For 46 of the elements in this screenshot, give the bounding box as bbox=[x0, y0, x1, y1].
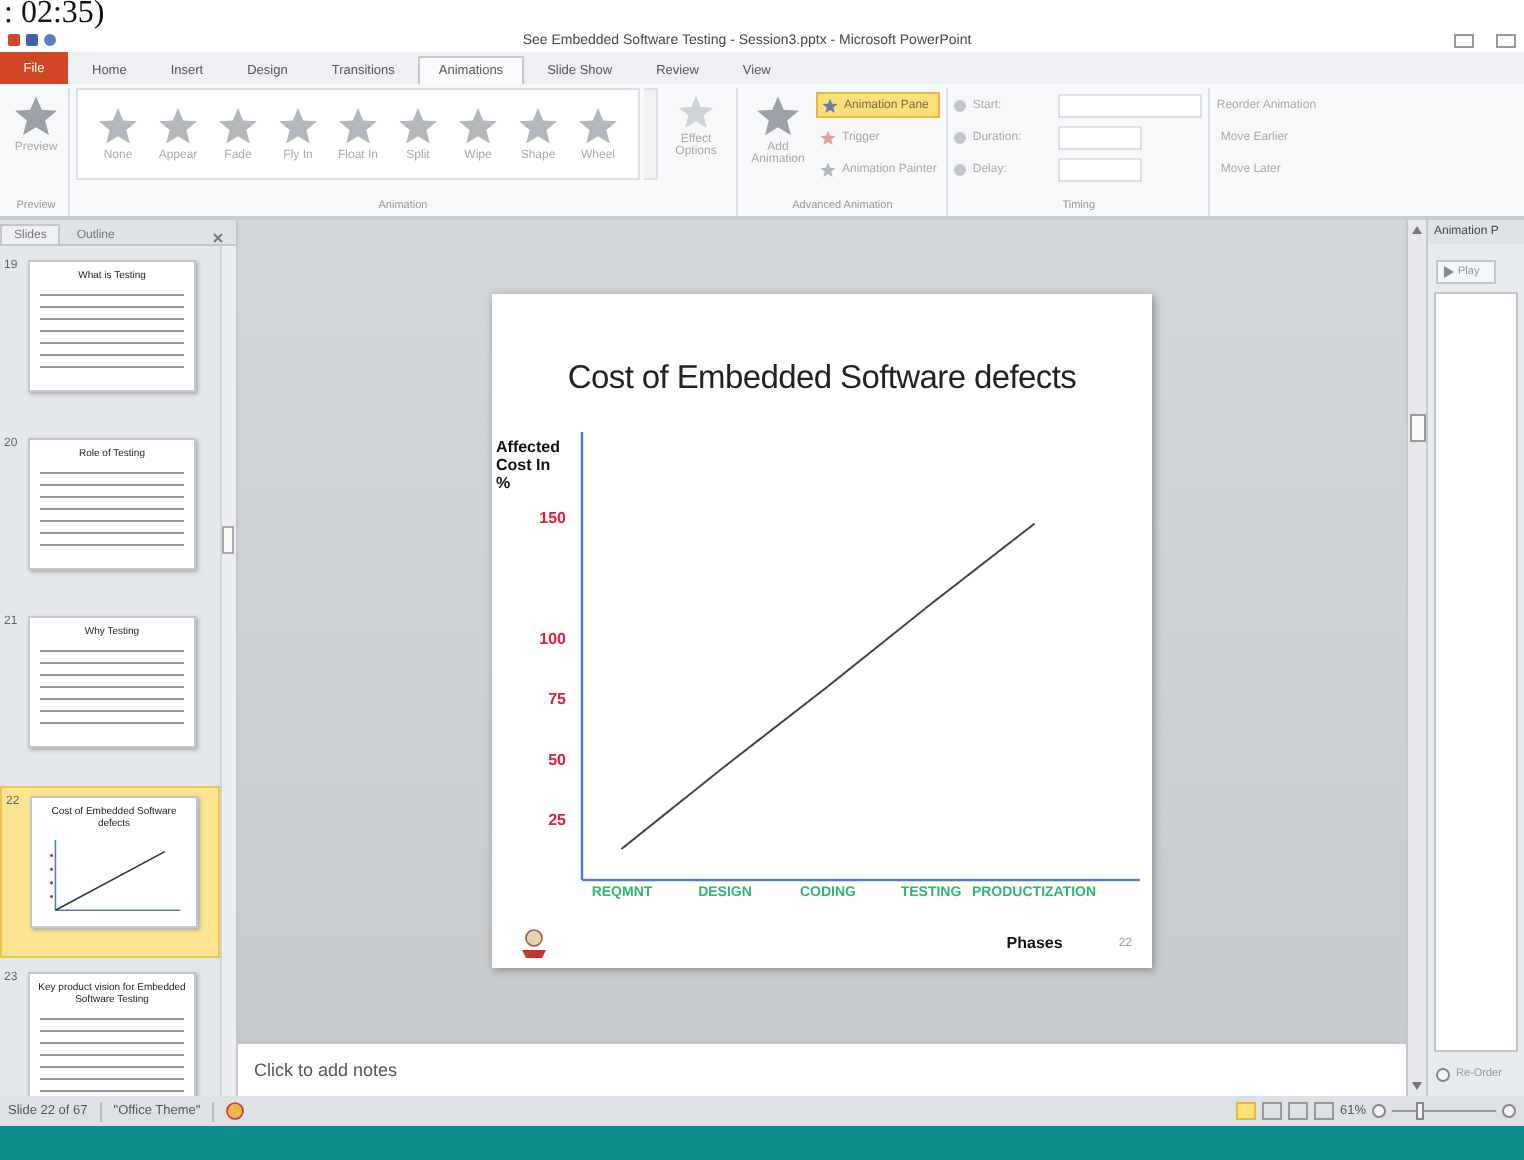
star-icon bbox=[14, 94, 58, 138]
star-icon bbox=[678, 94, 715, 130]
y-tick-label: 50 bbox=[548, 750, 566, 769]
star-icon bbox=[458, 106, 499, 146]
duration-field[interactable] bbox=[1058, 125, 1143, 149]
scrollbar[interactable] bbox=[1406, 220, 1426, 1096]
delay-field[interactable] bbox=[1058, 157, 1143, 181]
star-icon bbox=[820, 129, 837, 145]
app-icon[interactable] bbox=[8, 34, 20, 46]
play-icon bbox=[1444, 266, 1454, 278]
reading-view-icon[interactable] bbox=[1287, 1102, 1308, 1120]
scroll-down-icon[interactable] bbox=[1412, 1082, 1422, 1090]
close-icon[interactable] bbox=[212, 232, 224, 244]
star-icon bbox=[820, 161, 837, 177]
y-tick-label: 25 bbox=[548, 811, 566, 830]
star-icon bbox=[578, 106, 619, 146]
gallery-scrollbar[interactable] bbox=[644, 88, 659, 180]
star-icon bbox=[98, 106, 138, 146]
normal-view-icon[interactable] bbox=[1235, 1102, 1256, 1120]
y-tick-label: 150 bbox=[539, 508, 566, 527]
video-caption: : 02:35) bbox=[2, 0, 107, 28]
x-axis-title: Phases bbox=[1006, 934, 1063, 952]
slideshow-icon[interactable] bbox=[1313, 1102, 1334, 1120]
y-tick-label: 100 bbox=[539, 629, 566, 648]
slide-title: Cost of Embedded Software defects bbox=[565, 358, 1079, 400]
zoom-slider-thumb[interactable] bbox=[1416, 1102, 1424, 1120]
star-icon bbox=[338, 106, 378, 146]
scrollbar-thumb[interactable] bbox=[1409, 414, 1425, 442]
star-icon bbox=[756, 94, 801, 138]
scrollbar[interactable] bbox=[220, 246, 236, 1096]
slide-sorter-icon[interactable] bbox=[1261, 1102, 1282, 1120]
star-icon bbox=[398, 106, 439, 146]
scrollbar-thumb[interactable] bbox=[222, 526, 234, 554]
star-icon bbox=[278, 106, 318, 146]
restore-icon[interactable] bbox=[1496, 33, 1516, 47]
notes-field[interactable]: Click to add notes bbox=[250, 1058, 858, 1082]
star-icon bbox=[822, 97, 839, 113]
start-dropdown[interactable] bbox=[1058, 93, 1203, 117]
star-icon bbox=[518, 106, 559, 146]
y-tick-label: 75 bbox=[548, 690, 566, 709]
minimize-icon[interactable] bbox=[1454, 33, 1474, 47]
y-axis-title: Affected Cost In % bbox=[496, 438, 563, 492]
scroll-up-icon[interactable] bbox=[1412, 226, 1422, 234]
star-icon bbox=[218, 106, 258, 146]
star-icon bbox=[158, 106, 198, 146]
emblem-icon bbox=[520, 927, 548, 959]
